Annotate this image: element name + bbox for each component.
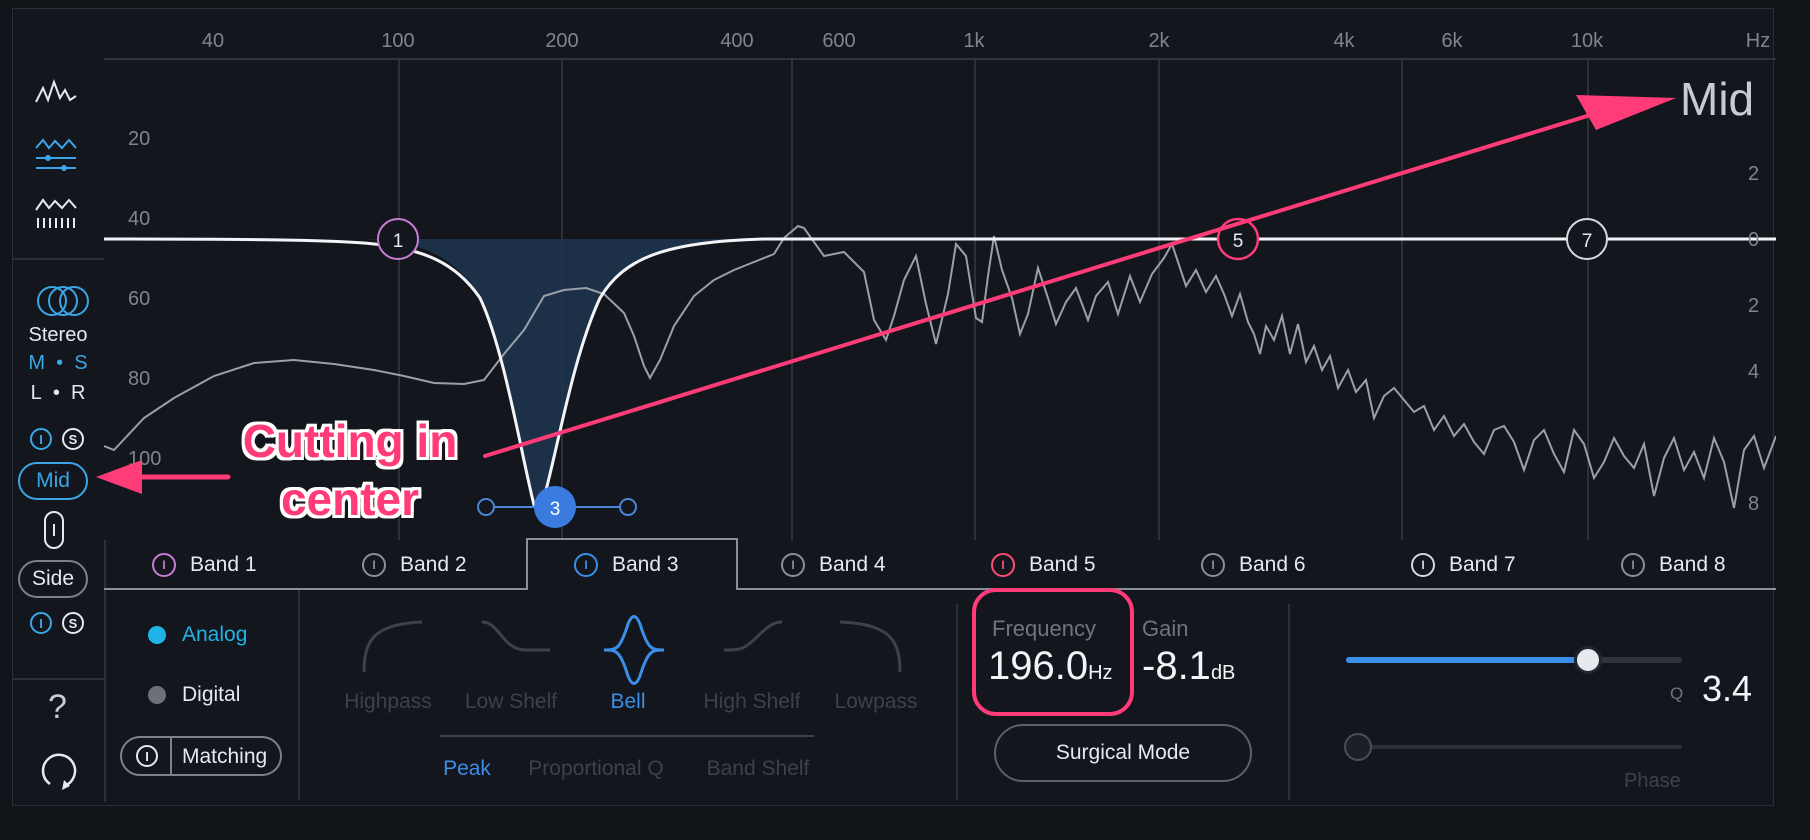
mid-side-toggle[interactable]: M • S: [20, 352, 96, 375]
gain-unit: dB: [1210, 662, 1236, 684]
digital-radio[interactable]: [148, 686, 166, 704]
tab-label: Band 4: [819, 553, 886, 576]
tab-band-2[interactable]: I Band 2: [362, 540, 467, 590]
stereo-label[interactable]: Stereo: [20, 324, 96, 347]
spectrum-view-icon[interactable]: [34, 78, 78, 108]
lr-r: R: [70, 382, 86, 404]
frequency-value: 196.0: [988, 644, 1089, 688]
q-slider-knob[interactable]: [1573, 646, 1602, 674]
mid-solo-icon[interactable]: S: [62, 428, 84, 450]
divider: [956, 604, 958, 800]
frequency-field[interactable]: 196.0Hz: [988, 644, 1113, 689]
gain-field[interactable]: -8.1dB: [1142, 644, 1235, 689]
tab-band-7[interactable]: I Band 7: [1411, 540, 1516, 590]
mid-power-icon[interactable]: I: [30, 428, 52, 450]
tab-band-1[interactable]: I Band 1: [152, 540, 257, 590]
ms-dot: •: [56, 352, 64, 374]
q-value[interactable]: 3.4: [1702, 668, 1752, 710]
frequency-label: Frequency: [992, 616, 1096, 641]
lowpass-label[interactable]: Lowpass: [835, 690, 918, 714]
band-4-power-icon[interactable]: I: [781, 553, 805, 577]
q-slider-track[interactable]: [1346, 646, 1682, 674]
tab-band-6[interactable]: I Band 6: [1201, 540, 1306, 590]
matching-power-icon[interactable]: I: [136, 745, 158, 767]
digital-label[interactable]: Digital: [182, 683, 240, 707]
tab-band-4[interactable]: I Band 4: [781, 540, 886, 590]
tab-label: Band 7: [1449, 553, 1516, 576]
low-shelf-label[interactable]: Low Shelf: [465, 690, 557, 714]
band-2-power-icon[interactable]: I: [362, 553, 386, 577]
help-icon[interactable]: ?: [48, 688, 67, 727]
frequency-unit: Hz: [1088, 662, 1113, 684]
band-6-power-icon[interactable]: I: [1201, 553, 1225, 577]
tab-band-5[interactable]: I Band 5: [991, 540, 1096, 590]
sidebar-divider: [12, 678, 104, 680]
annotation-line-2: center: [280, 473, 420, 525]
annotation-text: Cutting in center: [220, 412, 480, 528]
bell-shape-icon[interactable]: [603, 615, 665, 685]
tab-label: Band 5: [1029, 553, 1096, 576]
band-8-power-icon[interactable]: I: [1621, 553, 1645, 577]
mid-button[interactable]: Mid: [18, 462, 88, 500]
ms-s: S: [74, 352, 88, 374]
matching-button[interactable]: I Matching: [120, 736, 282, 776]
divider: [1288, 604, 1290, 800]
tab-label: Band 6: [1239, 553, 1306, 576]
analog-radio[interactable]: [148, 626, 166, 644]
sidebar: Stereo M • S L • R I S Mid Side I S ?: [12, 58, 104, 804]
surgical-mode-button[interactable]: Surgical Mode: [994, 724, 1252, 782]
high-shelf-label[interactable]: High Shelf: [704, 690, 801, 714]
gain-label: Gain: [1142, 616, 1189, 641]
peak-mode[interactable]: Peak: [443, 757, 491, 781]
band-tabs: I Band 1 I Band 2 I Band 3 I Band 4 I Band 5 …: [104, 538, 1776, 590]
low-shelf-shape-icon[interactable]: [481, 620, 550, 652]
bell-mode-divider: [440, 735, 814, 737]
lr-l: L: [30, 382, 42, 404]
left-right-toggle[interactable]: L • R: [20, 382, 96, 405]
link-icon[interactable]: [42, 510, 66, 550]
annotation-line-1: Cutting in: [242, 415, 458, 467]
band-7-power-icon[interactable]: I: [1411, 553, 1435, 577]
matching-label: Matching: [182, 745, 268, 768]
spectrogram-view-icon[interactable]: [34, 196, 78, 232]
proportional-q-mode[interactable]: Proportional Q: [528, 757, 663, 781]
bell-label[interactable]: Bell: [610, 690, 645, 714]
high-shelf-shape-icon[interactable]: [723, 620, 783, 652]
side-solo-icon[interactable]: S: [62, 612, 84, 634]
q-slider-fill: [1346, 657, 1588, 663]
band-shelf-mode[interactable]: Band Shelf: [707, 757, 810, 781]
phase-slider-knob[interactable]: [1344, 733, 1372, 761]
tab-label: Band 2: [400, 553, 467, 576]
tab-label: Band 8: [1659, 553, 1726, 576]
analog-label[interactable]: Analog: [182, 623, 247, 647]
phase-label: Phase: [1624, 770, 1681, 792]
tab-band-3[interactable]: I Band 3: [526, 538, 738, 590]
sidebar-divider: [12, 258, 104, 260]
tab-label: Band 1: [190, 553, 257, 576]
lr-dot: •: [52, 382, 60, 404]
tab-band-8[interactable]: I Band 8: [1621, 540, 1726, 590]
gain-value: -8.1: [1142, 644, 1211, 688]
arrow-head-right: [1576, 95, 1676, 130]
highpass-label[interactable]: Highpass: [344, 690, 432, 714]
highpass-shape-icon[interactable]: [362, 620, 423, 673]
eq-view-icon[interactable]: [34, 136, 78, 176]
ms-m: M: [28, 352, 46, 374]
matching-divider: [170, 738, 172, 774]
filter-shapes: [362, 615, 902, 685]
stereo-mode-icon[interactable]: [32, 284, 94, 318]
reset-icon[interactable]: [40, 748, 80, 792]
side-button[interactable]: Side: [18, 560, 88, 598]
tab-label: Band 3: [612, 553, 679, 576]
side-power-icon[interactable]: I: [30, 612, 52, 634]
band-5-power-icon[interactable]: I: [991, 553, 1015, 577]
q-label: Q: [1670, 684, 1684, 703]
band-3-power-icon[interactable]: I: [574, 553, 598, 577]
divider: [298, 590, 300, 800]
band-1-power-icon[interactable]: I: [152, 553, 176, 577]
lowpass-shape-icon[interactable]: [839, 620, 902, 673]
phase-slider-track[interactable]: [1344, 733, 1682, 761]
